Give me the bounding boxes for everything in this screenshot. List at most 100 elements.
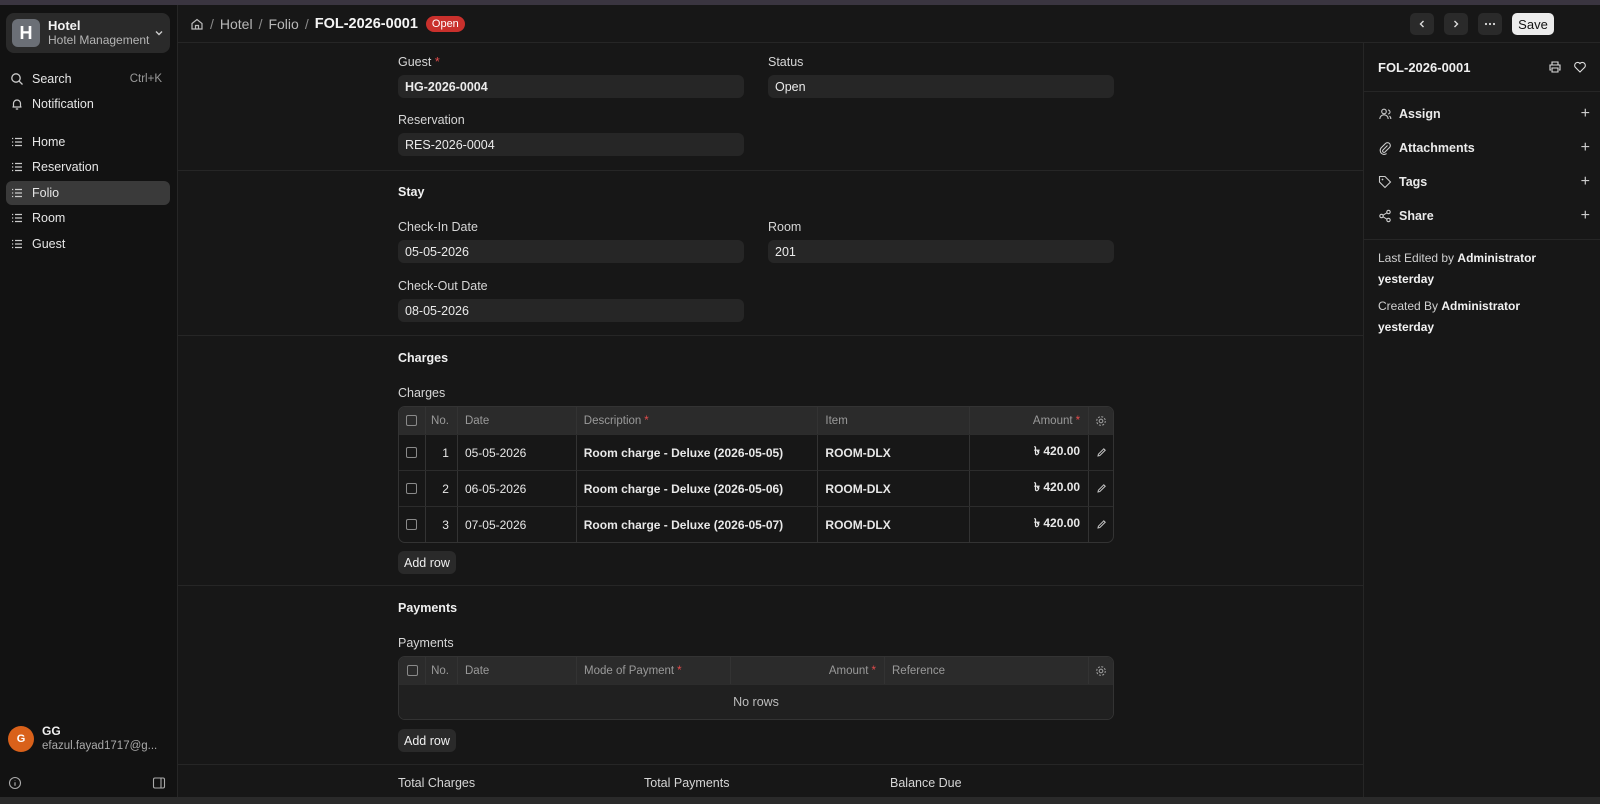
- row-no: 2: [426, 471, 458, 506]
- plus-icon[interactable]: +: [1581, 173, 1590, 191]
- row-checkbox[interactable]: [406, 519, 418, 530]
- row-item[interactable]: ROOM-DLX: [818, 471, 971, 506]
- column-settings-button[interactable]: [1089, 407, 1113, 434]
- column-settings-button[interactable]: [1089, 657, 1113, 684]
- notification-button[interactable]: Notification: [6, 92, 170, 116]
- breadcrumb-hotel[interactable]: Hotel: [220, 16, 253, 32]
- check-out-field[interactable]: 08-05-2026: [398, 299, 744, 322]
- save-button[interactable]: Save: [1512, 13, 1554, 35]
- col-no: No.: [426, 407, 458, 434]
- gear-icon: [1096, 665, 1106, 676]
- reservation-field[interactable]: RES-2026-0004: [398, 133, 744, 156]
- col-amount: Amount *: [731, 657, 885, 684]
- row-checkbox[interactable]: [406, 447, 418, 458]
- plus-icon[interactable]: +: [1581, 105, 1590, 123]
- table-row[interactable]: 2 06-05-2026 Room charge - Deluxe (2026-…: [399, 470, 1113, 506]
- tags-label: Tags: [1399, 175, 1428, 189]
- row-checkbox[interactable]: [406, 483, 418, 494]
- collapse-sidebar-icon[interactable]: [152, 776, 166, 790]
- plus-icon[interactable]: +: [1581, 139, 1590, 157]
- status-field[interactable]: Open: [768, 75, 1114, 98]
- row-item[interactable]: ROOM-DLX: [818, 507, 971, 542]
- search-shortcut: Ctrl+K: [129, 73, 162, 85]
- sidebar-item-label: Room: [32, 211, 66, 225]
- col-item: Item: [818, 407, 971, 434]
- check-out-label: Check-Out Date: [398, 279, 488, 293]
- sidebar-item-room[interactable]: Room: [6, 206, 170, 230]
- share-action[interactable]: Share +: [1378, 207, 1590, 225]
- row-date[interactable]: 05-05-2026: [458, 435, 577, 470]
- info-icon[interactable]: [8, 776, 22, 790]
- share-label: Share: [1399, 209, 1434, 223]
- add-payment-row-button[interactable]: Add row: [398, 729, 456, 752]
- home-icon[interactable]: [190, 17, 204, 31]
- printer-icon[interactable]: [1548, 60, 1562, 74]
- total-charges-label: Total Charges: [398, 776, 476, 790]
- search-button[interactable]: Search Ctrl+K: [6, 67, 170, 91]
- list-icon: [12, 137, 22, 147]
- chevron-down-icon: [155, 31, 163, 36]
- breadcrumb: / Hotel / Folio / FOL-2026-0001 Open: [190, 5, 465, 43]
- user-menu[interactable]: G GG efazul.fayad1717@g...: [8, 721, 168, 757]
- table-row[interactable]: 3 07-05-2026 Room charge - Deluxe (2026-…: [399, 506, 1113, 542]
- tags-action[interactable]: Tags +: [1378, 173, 1590, 191]
- guest-field[interactable]: HG-2026-0004: [398, 75, 744, 98]
- next-button[interactable]: [1444, 13, 1468, 35]
- charges-table-label: Charges: [398, 386, 446, 400]
- col-date: Date: [458, 407, 577, 434]
- breadcrumb-folio[interactable]: Folio: [268, 16, 298, 32]
- room-field[interactable]: 201: [768, 240, 1114, 263]
- attachments-label: Attachments: [1399, 141, 1475, 155]
- row-amount[interactable]: ৳ 420.00: [970, 471, 1090, 506]
- heart-icon[interactable]: [1573, 60, 1587, 74]
- user-icon: [1379, 108, 1392, 120]
- sidebar-item-home[interactable]: Home: [6, 130, 170, 154]
- add-charge-row-button[interactable]: Add row: [398, 551, 456, 574]
- select-all-checkbox[interactable]: [406, 415, 418, 426]
- col-no: No.: [426, 657, 458, 684]
- sidebar-item-reservation[interactable]: Reservation: [6, 155, 170, 179]
- workspace-subtitle: Hotel Management: [48, 33, 150, 47]
- row-description[interactable]: Room charge - Deluxe (2026-05-07): [577, 507, 819, 542]
- workspace-switcher[interactable]: H Hotel Hotel Management: [6, 13, 170, 53]
- chevron-right-icon: [1454, 20, 1459, 28]
- empty-state: No rows: [399, 684, 1113, 719]
- row-item[interactable]: ROOM-DLX: [818, 435, 971, 470]
- page-title: FOL-2026-0001: [314, 16, 418, 32]
- edit-row-button[interactable]: [1089, 435, 1113, 470]
- status-label: Status: [768, 55, 804, 69]
- attachments-action[interactable]: Attachments +: [1378, 139, 1590, 157]
- search-label: Search: [32, 72, 72, 86]
- select-all-checkbox[interactable]: [406, 665, 418, 676]
- payments-table: No. Date Mode of Payment * Amount * Refere…: [398, 656, 1114, 720]
- row-date[interactable]: 07-05-2026: [458, 507, 577, 542]
- sidebar-item-guest[interactable]: Guest: [6, 232, 170, 256]
- check-in-field[interactable]: 05-05-2026: [398, 240, 744, 263]
- sidebar-item-folio[interactable]: Folio: [6, 181, 170, 205]
- prev-button[interactable]: [1410, 13, 1434, 35]
- row-description[interactable]: Room charge - Deluxe (2026-05-05): [577, 435, 819, 470]
- check-in-label: Check-In Date: [398, 220, 478, 234]
- pencil-icon: [1096, 520, 1106, 529]
- row-description[interactable]: Room charge - Deluxe (2026-05-06): [577, 471, 819, 506]
- user-name: GG: [42, 724, 61, 738]
- sidebar-item-label: Folio: [32, 186, 60, 200]
- window-bottom-strip: [0, 797, 1600, 804]
- row-date[interactable]: 06-05-2026: [458, 471, 577, 506]
- more-button[interactable]: [1478, 13, 1502, 35]
- avatar: G: [8, 726, 34, 752]
- edit-row-button[interactable]: [1089, 507, 1113, 542]
- row-amount[interactable]: ৳ 420.00: [970, 507, 1090, 542]
- edit-row-button[interactable]: [1089, 471, 1113, 506]
- plus-icon[interactable]: +: [1581, 207, 1590, 225]
- row-amount[interactable]: ৳ 420.00: [970, 435, 1090, 470]
- assign-action[interactable]: Assign +: [1378, 105, 1590, 123]
- search-icon: [11, 73, 23, 85]
- balance-due-label: Balance Due: [890, 776, 962, 790]
- room-label: Room: [768, 220, 802, 234]
- table-row[interactable]: 1 05-05-2026 Room charge - Deluxe (2026-…: [399, 434, 1113, 470]
- status-badge: Open: [425, 16, 465, 32]
- sidebar: H Hotel Hotel Management Search Ctrl+K N…: [0, 5, 178, 797]
- chevron-left-icon: [1419, 20, 1424, 28]
- paperclip-icon: [1379, 142, 1391, 155]
